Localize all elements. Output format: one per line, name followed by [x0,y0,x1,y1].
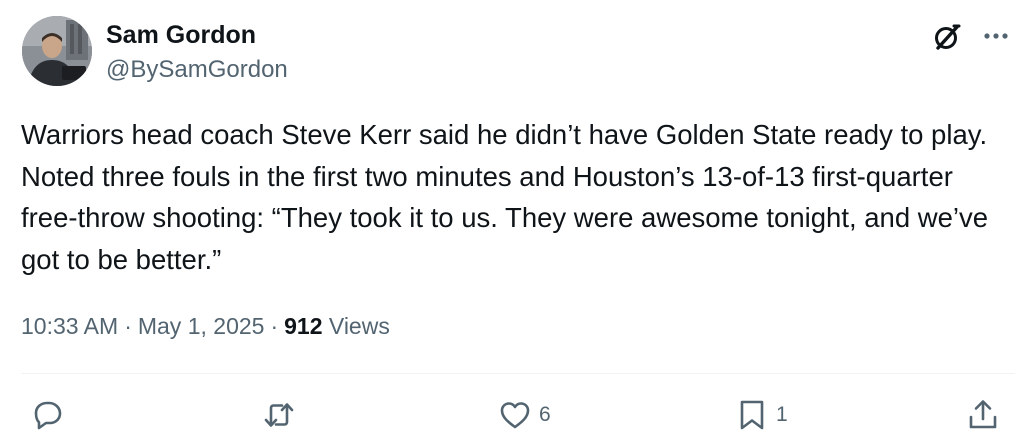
retweet-icon [264,403,294,427]
bookmark-button[interactable]: 1 [735,396,788,434]
tweet-meta: 10:33 AM · May 1, 2025 · 912 Views [21,311,390,341]
share-icon [969,400,997,429]
bookmark-icon [740,400,764,430]
meta-separator: · [124,313,132,339]
like-count: 6 [539,403,551,426]
avatar-photo [22,16,92,86]
views-label: Views [328,313,390,339]
author-handle[interactable]: @BySamGordon [106,56,288,84]
more-icon[interactable] [979,20,1013,54]
avatar[interactable] [22,16,92,86]
reply-icon [34,401,62,430]
bookmark-count: 1 [776,403,788,426]
tweet-date[interactable]: May 1, 2025 [138,313,265,339]
grok-icon[interactable] [930,20,964,54]
divider [21,373,1015,374]
share-button[interactable] [966,396,1000,434]
views-count[interactable]: 912 [284,313,322,339]
author-name[interactable]: Sam Gordon [106,20,256,50]
retweet-button[interactable] [262,396,303,434]
reply-button[interactable] [30,396,71,434]
meta-separator: · [270,313,279,339]
tweet-text: Warriors head coach Steve Kerr said he d… [21,119,989,275]
like-icon [500,402,530,429]
tweet-time[interactable]: 10:33 AM [21,313,118,339]
like-button[interactable]: 6 [498,396,551,434]
